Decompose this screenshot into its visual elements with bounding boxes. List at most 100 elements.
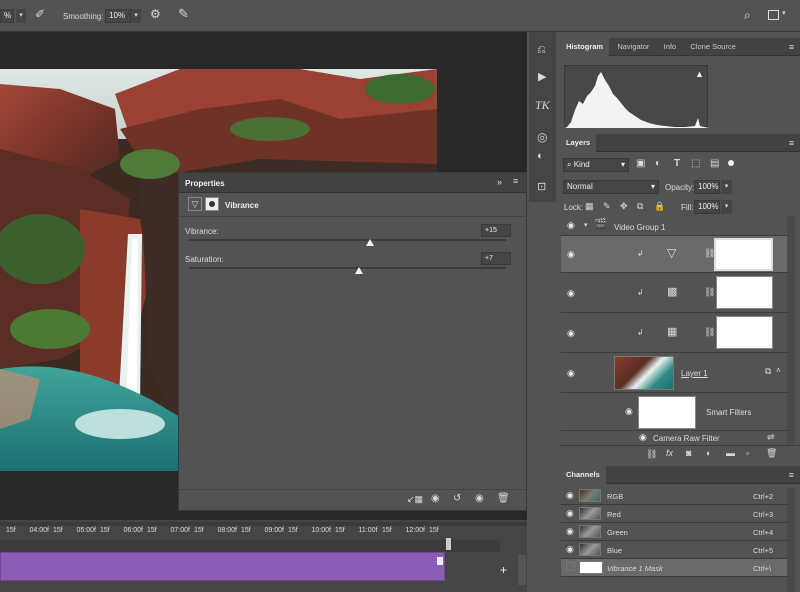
smart-filters-row[interactable]: ◉ Smart Filters: [561, 393, 787, 431]
libraries-icon[interactable]: ◎: [537, 130, 547, 144]
chevron-down-icon[interactable]: ▾: [721, 180, 732, 194]
visibility-eye-icon[interactable]: ◉: [475, 493, 484, 504]
smart-filter-mask-thumbnail[interactable]: [638, 396, 696, 429]
chevron-up-icon[interactable]: ˄: [776, 366, 781, 375]
layer-mask-thumbnail[interactable]: [716, 276, 773, 309]
filter-shape-icon[interactable]: ⬚: [691, 158, 700, 169]
layers-scrollbar[interactable]: [787, 216, 795, 444]
trash-icon[interactable]: 🗑: [766, 448, 777, 459]
blend-mode-select[interactable]: Normal ▾: [563, 180, 659, 194]
panel-menu-icon[interactable]: ≡: [789, 138, 794, 148]
zoom-field[interactable]: %: [0, 9, 14, 23]
saturation-input[interactable]: +7: [481, 252, 511, 265]
link-icon[interactable]: ⛓: [704, 287, 715, 298]
view-previous-icon[interactable]: ◉: [431, 493, 440, 504]
filter-smart-object-icon[interactable]: ▤: [710, 158, 719, 169]
vibrance-slider[interactable]: [189, 239, 506, 241]
channel-row[interactable]: Vibrance 1 Mask Ctrl+\: [561, 559, 787, 577]
video-clip[interactable]: [0, 552, 445, 581]
channel-thumbnail[interactable]: [579, 543, 601, 556]
layer-thumbnail[interactable]: [614, 356, 674, 390]
panel-menu-icon[interactable]: ≡: [789, 470, 794, 480]
visibility-eye-icon[interactable]: [566, 562, 575, 571]
visibility-eye-icon[interactable]: ◉: [566, 526, 574, 537]
filter-toggle-icon[interactable]: [728, 160, 734, 166]
chevron-down-icon[interactable]: ▾: [16, 9, 26, 23]
visibility-eye-icon[interactable]: ◉: [566, 544, 574, 555]
layer-1-row[interactable]: ◉ Layer 1 ⧉ ˄: [561, 353, 787, 393]
vibrance-input[interactable]: +15: [481, 224, 511, 237]
visibility-eye-icon[interactable]: ◉: [566, 490, 574, 501]
visibility-eye-icon[interactable]: ◉: [625, 406, 633, 417]
lock-artboard-icon[interactable]: ⧉: [637, 201, 643, 212]
channel-thumbnail[interactable]: [579, 561, 603, 574]
history-icon[interactable]: ⎌: [537, 44, 546, 57]
clip-to-layer-icon[interactable]: ↙▦: [407, 494, 423, 505]
tab-layers[interactable]: Layers: [560, 134, 597, 152]
chevron-down-icon[interactable]: ▾: [721, 200, 732, 214]
panel-menu-icon[interactable]: ≡: [789, 42, 794, 52]
tab-histogram[interactable]: Histogram: [560, 38, 610, 56]
lock-transparent-icon[interactable]: ▦: [585, 201, 594, 212]
saturation-slider[interactable]: [189, 267, 506, 269]
new-layer-icon[interactable]: ▫: [746, 448, 749, 458]
channel-row[interactable]: ◉ Green Ctrl+4: [561, 523, 787, 541]
channel-row[interactable]: ◉ RGB Ctrl+2: [561, 487, 787, 505]
warning-icon[interactable]: ▲: [695, 69, 704, 79]
link-layers-icon[interactable]: ⛓: [646, 449, 657, 460]
reset-icon[interactable]: ↺: [453, 493, 461, 504]
camera-raw-label[interactable]: Camera Raw Filter: [653, 434, 720, 443]
collapse-icon[interactable]: »: [497, 177, 502, 187]
search-icon[interactable]: ⌕: [744, 8, 751, 23]
channel-thumbnail[interactable]: [579, 489, 601, 502]
visibility-eye-icon[interactable]: ◉: [567, 249, 575, 260]
trash-icon[interactable]: 🗑: [497, 493, 510, 504]
fill-input[interactable]: 100%: [694, 200, 720, 214]
opacity-input[interactable]: 100%: [694, 180, 720, 194]
chevron-down-icon[interactable]: ▾: [131, 9, 141, 23]
add-mask-icon[interactable]: ◙: [686, 448, 691, 458]
visibility-eye-icon[interactable]: ◉: [567, 220, 575, 231]
filter-type-icon[interactable]: T: [674, 158, 680, 169]
vibrance-layer-row[interactable]: ◉ ↲ ▽ ⛓: [561, 236, 787, 273]
chevron-down-icon[interactable]: ▾: [782, 9, 786, 17]
camera-raw-row[interactable]: ◉ Camera Raw Filter ⇌: [561, 431, 787, 445]
layer-name[interactable]: Layer 1: [681, 369, 708, 378]
tab-info[interactable]: Info: [658, 38, 683, 56]
filter-pixel-icon[interactable]: ▣: [636, 158, 645, 169]
chevron-down-icon[interactable]: ▾: [584, 221, 588, 229]
tab-navigator[interactable]: Navigator: [611, 38, 655, 56]
timeline-vscroll[interactable]: [518, 555, 526, 585]
adjustments-icon[interactable]: ◐: [537, 150, 544, 162]
tab-clone-source[interactable]: Clone Source: [684, 38, 741, 56]
adjustment-layer-row-2[interactable]: ◉ ↲ ▩ ⛓: [561, 273, 787, 313]
channel-thumbnail[interactable]: [579, 525, 601, 538]
link-icon[interactable]: ⛓: [704, 327, 715, 338]
channel-row[interactable]: ◉ Blue Ctrl+5: [561, 541, 787, 559]
mask-icon[interactable]: [205, 197, 219, 211]
gear-icon[interactable]: ⚙: [150, 7, 161, 21]
new-adjustment-icon[interactable]: ◐: [706, 448, 711, 458]
lock-image-icon[interactable]: ✎: [603, 201, 611, 212]
visibility-eye-icon[interactable]: ◉: [567, 368, 575, 379]
filter-options-icon[interactable]: ⇌: [767, 432, 775, 443]
time-ruler[interactable]: 15f 04:00f 15f 05:00f 15f 06:00f 15f 07:00f 15f 0…: [0, 527, 500, 539]
visibility-eye-icon[interactable]: ◉: [567, 288, 575, 299]
new-group-icon[interactable]: ▬: [726, 448, 735, 458]
visibility-eye-icon[interactable]: ◉: [566, 508, 574, 519]
layer-mask-thumbnail[interactable]: [716, 316, 773, 349]
layer-mask-thumbnail[interactable]: [714, 238, 773, 271]
work-area-bar[interactable]: [0, 540, 500, 552]
panel-menu-icon[interactable]: ≡: [513, 176, 518, 186]
visibility-eye-icon[interactable]: ◉: [639, 432, 647, 443]
tab-channels[interactable]: Channels: [560, 466, 606, 484]
fx-icon[interactable]: fx: [666, 448, 673, 458]
group-name[interactable]: Video Group 1: [614, 223, 665, 232]
playhead[interactable]: [446, 538, 451, 550]
timeline-scrollbar[interactable]: [0, 522, 527, 526]
play-icon[interactable]: ▶: [538, 70, 546, 83]
lock-position-icon[interactable]: ✥: [620, 201, 628, 212]
channels-scrollbar[interactable]: [787, 488, 795, 592]
pressure-opacity-icon[interactable]: ✐: [35, 7, 45, 21]
lock-all-icon[interactable]: 🔒: [654, 201, 665, 212]
